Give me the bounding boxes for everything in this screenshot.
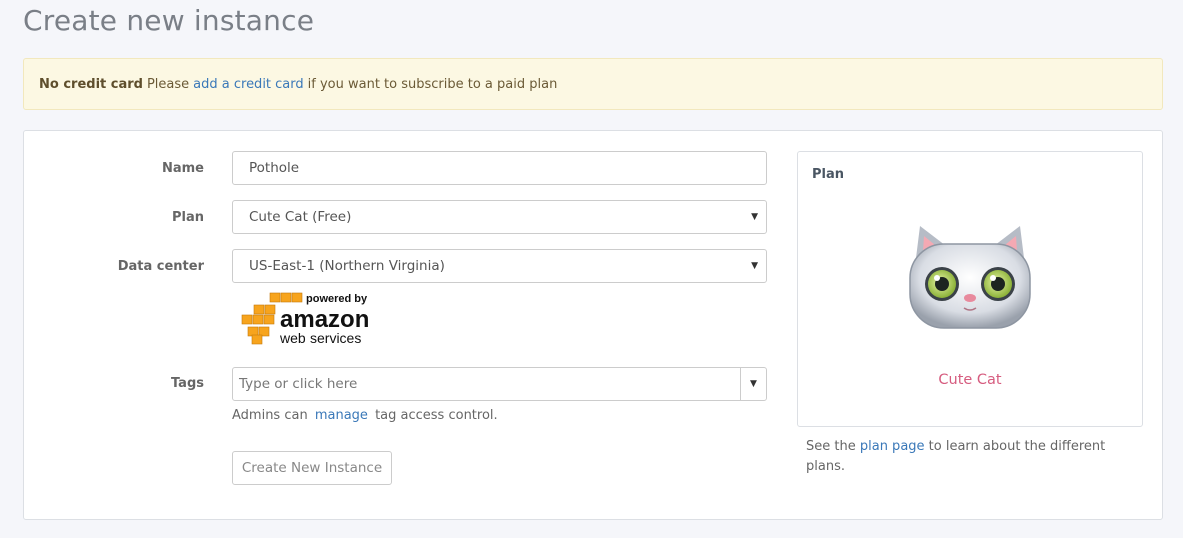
tags-placeholder: Type or click here bbox=[239, 376, 358, 392]
name-label: Name bbox=[161, 161, 204, 176]
aws-logo-line4: services bbox=[310, 330, 361, 345]
aws-logo-line1: powered by bbox=[306, 293, 368, 305]
tags-input[interactable]: Type or click here ▼ bbox=[232, 367, 767, 401]
create-instance-button[interactable]: Create New Instance bbox=[232, 451, 392, 485]
caret-down-icon[interactable]: ▼ bbox=[740, 368, 766, 400]
cat-face-icon bbox=[909, 226, 1031, 329]
plan-note: See the plan page to learn about the dif… bbox=[806, 437, 1126, 477]
aws-logo: powered by amazon web services bbox=[241, 292, 369, 345]
datacenter-select[interactable]: US-East-1 (Northern Virginia) ▼ bbox=[232, 249, 767, 283]
no-credit-card-alert: No credit card Please add a credit card … bbox=[23, 58, 1163, 110]
tags-label: Tags bbox=[170, 376, 204, 391]
datacenter-label: Data center bbox=[117, 259, 204, 274]
plan-label: Plan bbox=[171, 210, 204, 225]
aws-logo-line3: web bbox=[279, 330, 306, 345]
plan-select-value: Cute Cat (Free) bbox=[249, 209, 352, 225]
add-credit-card-link[interactable]: add a credit card bbox=[193, 77, 303, 92]
name-input[interactable]: Pothole bbox=[232, 151, 767, 185]
help-text-after: tag access control. bbox=[375, 408, 498, 423]
plan-select[interactable]: Cute Cat (Free) ▼ bbox=[232, 200, 767, 234]
plan-card: Plan Cute Cat bbox=[797, 151, 1143, 427]
plan-card-title: Plan bbox=[812, 167, 845, 182]
plan-page-link[interactable]: plan page bbox=[860, 439, 925, 454]
plan-note-before: See the bbox=[806, 439, 856, 454]
tags-help-text: Admins can manage tag access control. bbox=[232, 408, 498, 423]
caret-down-icon: ▼ bbox=[751, 212, 758, 222]
alert-text-after: if you want to subscribe to a paid plan bbox=[307, 76, 558, 92]
aws-logo-line2: amazon bbox=[280, 306, 369, 333]
datacenter-select-value: US-East-1 (Northern Virginia) bbox=[249, 258, 445, 274]
alert-text-before: Please bbox=[146, 76, 190, 92]
manage-tags-link[interactable]: manage bbox=[315, 408, 368, 423]
caret-down-icon: ▼ bbox=[751, 261, 758, 271]
name-input-value: Pothole bbox=[249, 160, 300, 176]
help-text-before: Admins can bbox=[232, 408, 308, 423]
alert-heading: No credit card bbox=[39, 76, 143, 92]
page-title: Create new instance bbox=[23, 4, 315, 37]
create-instance-panel: Name Pothole Plan Cute Cat (Free) ▼ Data… bbox=[23, 130, 1163, 520]
plan-card-name: Cute Cat bbox=[938, 372, 1002, 388]
